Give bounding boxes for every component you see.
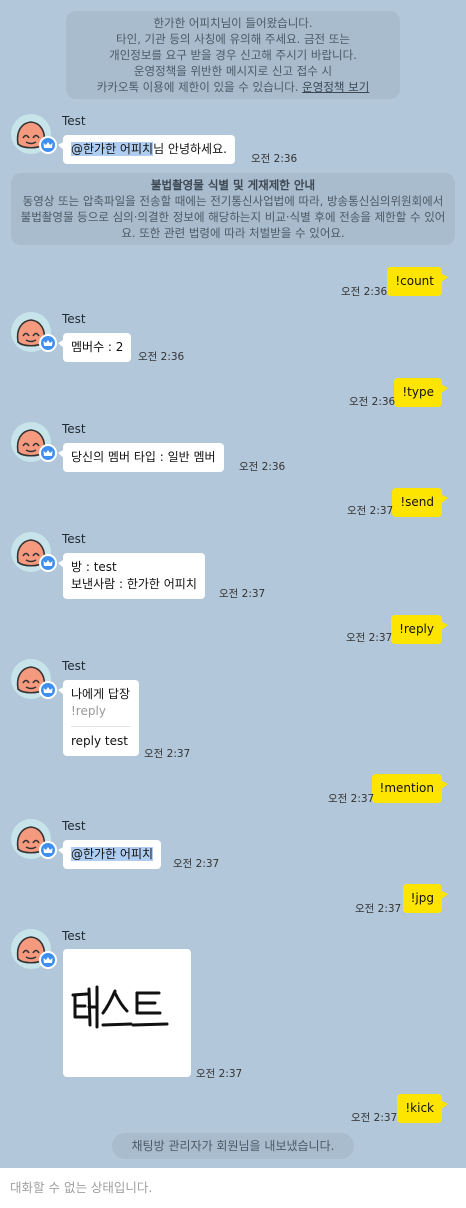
my-message-bubble[interactable]: !mention xyxy=(371,774,449,803)
policy-link[interactable]: 운영정책 보기 xyxy=(302,80,369,94)
avatar[interactable] xyxy=(11,532,57,572)
message-time: 오전 2:37 xyxy=(347,505,394,517)
avatar[interactable] xyxy=(11,312,57,352)
reply-text: reply test xyxy=(71,734,128,748)
kick-notice: 채팅방 관리자가 회원님을 내보냈습니다. xyxy=(112,1133,354,1159)
avatar[interactable] xyxy=(11,659,57,699)
handwritten-image xyxy=(71,985,169,1029)
message-text: !mention xyxy=(379,781,434,795)
avatar[interactable] xyxy=(11,114,57,154)
message-text: !send xyxy=(400,495,434,509)
reply-bubble[interactable]: 나에게 답장 !reply reply test xyxy=(58,680,139,756)
message-text: 멤버수 : 2 xyxy=(71,340,124,354)
message-line: 방 : test xyxy=(71,560,117,574)
my-message-bubble[interactable]: !reply xyxy=(391,615,448,644)
sender-name: Test xyxy=(62,312,86,326)
message-line: 보낸사람 : 한가한 어피치 xyxy=(71,577,197,591)
notice-line: 한가한 어피치님이 들어왔습니다. xyxy=(153,16,313,30)
crown-badge-icon xyxy=(39,841,57,859)
message-text: !kick xyxy=(405,1101,434,1115)
message-text: !reply xyxy=(399,622,434,636)
message-text: !jpg xyxy=(410,891,434,905)
message-time: 오전 2:37 xyxy=(346,632,393,644)
sender-name: Test xyxy=(62,929,86,943)
chat-room: 한가한 어피치님이 들어왔습니다. 타인, 기관 등의 사칭에 유의해 주세요.… xyxy=(0,0,466,1168)
sender-name: Test xyxy=(62,532,86,546)
message-time: 오전 2:36 xyxy=(349,396,396,408)
my-message-bubble[interactable]: !jpg xyxy=(402,884,449,913)
message-text: 님 안녕하세요. xyxy=(153,142,227,156)
crown-badge-icon xyxy=(39,951,57,969)
message-bubble[interactable]: 당신의 멤버 타입 : 일반 멤버 xyxy=(58,443,224,472)
message-bubble[interactable]: @한가한 어피치님 안녕하세요. xyxy=(58,135,235,164)
my-message-bubble[interactable]: !send xyxy=(392,488,448,517)
message-time: 오전 2:37 xyxy=(219,588,266,600)
notice-body: 동영상 또는 압축파일을 전송할 때에는 전기통신사업법에 따라, 방송통신심의… xyxy=(20,194,446,240)
disabled-status-text: 대화할 수 없는 상태입니다. xyxy=(10,1180,153,1195)
my-message-bubble[interactable]: !kick xyxy=(397,1094,448,1123)
mention-highlight[interactable]: @한가한 어피치 xyxy=(71,142,154,156)
message-time: 오전 2:36 xyxy=(239,461,286,473)
my-message-bubble[interactable]: !count xyxy=(387,267,448,296)
message-time: 오전 2:37 xyxy=(351,1112,398,1124)
notice-line: 운영정책을 위반한 메시지로 신고 접수 시 xyxy=(133,64,333,78)
message-time: 오전 2:37 xyxy=(355,903,402,915)
message-bubble[interactable]: @한가한 어피치 xyxy=(57,840,162,869)
crown-badge-icon xyxy=(39,554,57,572)
message-bubble[interactable]: 방 : test 보낸사람 : 한가한 어피치 xyxy=(58,553,205,599)
notice-title: 불법촬영물 식별 및 게재제한 안내 xyxy=(150,178,316,192)
sender-name: Test xyxy=(62,659,86,673)
sender-name: Test xyxy=(62,422,86,436)
sender-name: Test xyxy=(62,114,86,128)
join-notice: 한가한 어피치님이 들어왔습니다. 타인, 기관 등의 사칭에 유의해 주세요.… xyxy=(66,11,400,99)
message-time: 오전 2:37 xyxy=(196,1068,243,1080)
avatar[interactable] xyxy=(11,929,57,969)
crown-badge-icon xyxy=(39,334,57,352)
chat-disabled-bar: 대화할 수 없는 상태입니다. xyxy=(0,1168,466,1208)
notice-line: 개인정보를 요구 받을 경우 신고해 주시기 바랍니다. xyxy=(109,48,357,62)
crown-badge-icon xyxy=(39,681,57,699)
message-text: !type xyxy=(402,385,434,399)
image-message[interactable] xyxy=(63,949,191,1077)
message-time: 오전 2:36 xyxy=(341,286,388,298)
mention-highlight[interactable]: @한가한 어피치 xyxy=(71,847,154,861)
sender-name: Test xyxy=(62,819,86,833)
my-message-bubble[interactable]: !type xyxy=(394,378,448,407)
notice-line: 타인, 기관 등의 사칭에 유의해 주세요. 금전 또는 xyxy=(116,32,350,46)
avatar[interactable] xyxy=(11,819,57,859)
message-time: 오전 2:37 xyxy=(328,793,375,805)
notice-text: 카카오톡 이용에 제한이 있을 수 있습니다. xyxy=(96,80,299,94)
reply-quote[interactable]: !reply xyxy=(71,703,131,720)
message-time: 오전 2:36 xyxy=(251,153,298,165)
message-bubble[interactable]: 멤버수 : 2 xyxy=(57,333,132,362)
crown-badge-icon xyxy=(39,444,57,462)
divider xyxy=(71,726,131,727)
message-time: 오전 2:37 xyxy=(173,858,220,870)
message-time: 오전 2:37 xyxy=(144,748,191,760)
message-time: 오전 2:36 xyxy=(138,351,185,363)
reply-title: 나에게 답장 xyxy=(71,687,131,701)
crown-badge-icon xyxy=(39,136,57,154)
avatar[interactable] xyxy=(11,422,57,462)
notice-line: 카카오톡 이용에 제한이 있을 수 있습니다. 운영정책 보기 xyxy=(74,79,392,95)
illegal-content-notice: 불법촬영물 식별 및 게재제한 안내 동영상 또는 압축파일을 전송할 때에는 … xyxy=(11,173,455,245)
message-text: !count xyxy=(395,274,434,288)
message-text: 당신의 멤버 타입 : 일반 멤버 xyxy=(71,450,216,464)
